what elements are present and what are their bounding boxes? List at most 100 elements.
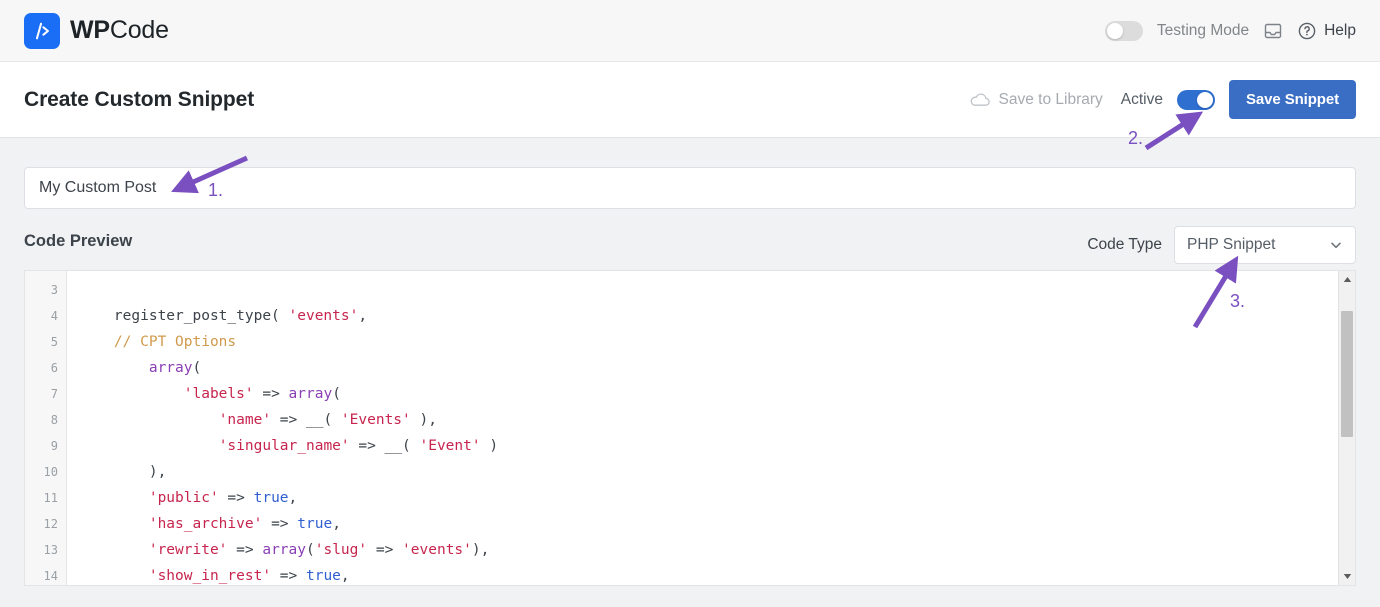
- title-row-actions: Save to Library Active Save Snippet: [969, 80, 1356, 119]
- code-token: true: [253, 490, 289, 506]
- code-token: ),: [471, 542, 490, 558]
- code-token: => __(: [349, 438, 420, 454]
- active-toggle-knob: [1197, 91, 1213, 108]
- code-type-select[interactable]: PHP Snippet: [1174, 226, 1356, 264]
- line-number: 10: [43, 465, 58, 479]
- code-token: 'show_in_rest': [148, 568, 272, 584]
- code-token: =>: [367, 542, 403, 558]
- code-preview-label: Code Preview: [24, 232, 133, 250]
- line-number: 5: [50, 335, 58, 349]
- inbox-button[interactable]: [1263, 21, 1283, 41]
- code-type-label: Code Type: [1087, 236, 1162, 253]
- code-token: array: [148, 360, 193, 376]
- wpcode-logo-icon: [24, 12, 60, 49]
- code-token: 'rewrite': [148, 542, 228, 558]
- top-bar-right-controls: Testing Mode Help: [1104, 20, 1356, 41]
- code-token: 'events': [402, 542, 472, 558]
- code-token: ),: [410, 412, 437, 428]
- cloud-icon: [970, 93, 990, 106]
- line-number: 7: [50, 387, 58, 401]
- code-line: array(: [79, 355, 1338, 381]
- line-number: 3: [50, 283, 58, 297]
- code-token: array: [262, 542, 306, 558]
- code-type-value: PHP Snippet: [1187, 236, 1276, 253]
- code-token: ,: [358, 308, 368, 324]
- code-token: ),: [79, 464, 167, 480]
- testing-mode-toggle[interactable]: [1104, 20, 1143, 41]
- top-bar: WPCode Testing Mode Help: [0, 0, 1380, 62]
- code-content[interactable]: register_post_type( 'events', // CPT Opt…: [67, 271, 1338, 585]
- code-token: ,: [332, 516, 341, 532]
- code-line: 'singular_name' => __( 'Event' ): [79, 433, 1338, 459]
- code-token: 'Events': [340, 412, 411, 428]
- snippet-name-field-wrapper: [24, 167, 1356, 209]
- code-token: 'events': [288, 308, 359, 324]
- code-line: 'has_archive' => true,: [79, 511, 1338, 537]
- code-token: =>: [262, 516, 298, 532]
- save-to-library-label: Save to Library: [998, 90, 1103, 108]
- annotation-label-3: 3.: [1230, 291, 1246, 311]
- code-line: 'rewrite' => array('slug' => 'events'),: [79, 537, 1338, 563]
- line-number-gutter: 3 4 5 6 7 8 9 10 11 12 13 14: [25, 271, 67, 585]
- code-type-control: Code Type PHP Snippet: [1087, 226, 1356, 264]
- line-number: 13: [43, 543, 58, 557]
- code-editor[interactable]: 3 4 5 6 7 8 9 10 11 12 13 14 register_post_type( 'e…: [24, 270, 1356, 586]
- code-token: =>: [253, 386, 289, 402]
- code-line: // CPT Options: [79, 329, 1338, 355]
- snippet-name-input[interactable]: [24, 167, 1356, 209]
- brand-name-bold: WP: [70, 16, 110, 44]
- code-line: 'labels' => array(: [79, 381, 1338, 407]
- code-token: 'Event': [419, 438, 481, 454]
- code-token: 'singular_name': [218, 438, 350, 454]
- line-number: 9: [50, 439, 58, 453]
- editor-vertical-scrollbar[interactable]: [1338, 271, 1355, 585]
- testing-mode-label: Testing Mode: [1156, 21, 1250, 39]
- code-token: ): [480, 438, 499, 454]
- brand-name-light: Code: [109, 16, 169, 44]
- code-token: // CPT Options: [79, 334, 237, 350]
- code-token: 'slug': [314, 542, 368, 558]
- code-token: ,: [288, 490, 298, 506]
- code-token: => __(: [271, 412, 341, 428]
- code-line: 'public' => true,: [79, 485, 1338, 511]
- line-number: 11: [43, 491, 58, 505]
- brand-name: WPCode: [70, 16, 169, 45]
- save-to-library-button[interactable]: Save to Library: [969, 91, 1103, 109]
- line-number: 8: [50, 413, 58, 427]
- help-button[interactable]: Help: [1297, 21, 1356, 41]
- code-token: (: [306, 542, 315, 558]
- editor-scrollbar-thumb[interactable]: [1341, 311, 1353, 437]
- chevron-down-icon: [1329, 238, 1343, 252]
- code-line: ),: [79, 459, 1338, 485]
- annotation-label-2: 2.: [1128, 128, 1144, 148]
- page-title: Create Custom Snippet: [24, 87, 255, 111]
- code-token: =>: [227, 542, 263, 558]
- code-token: true: [305, 568, 341, 584]
- line-number: 6: [50, 361, 58, 375]
- active-toggle[interactable]: [1177, 89, 1215, 110]
- scroll-down-arrow-icon[interactable]: [1339, 568, 1355, 585]
- code-token: register_post_type(: [79, 308, 289, 324]
- code-line: register_post_type( 'events',: [79, 303, 1338, 329]
- brand: WPCode: [24, 12, 169, 49]
- scroll-up-arrow-icon[interactable]: [1339, 271, 1355, 288]
- line-number: 14: [43, 569, 58, 583]
- code-token: 'labels': [183, 386, 254, 402]
- code-token: array: [288, 386, 333, 402]
- code-token: true: [297, 516, 333, 532]
- code-token: (: [192, 360, 202, 376]
- code-brackets-icon: [35, 22, 49, 39]
- save-snippet-button[interactable]: Save Snippet: [1229, 80, 1356, 119]
- code-line: 'show_in_rest' => true,: [79, 563, 1338, 585]
- code-token: 'public': [148, 490, 219, 506]
- code-token: =>: [218, 490, 254, 506]
- line-number: 12: [43, 517, 58, 531]
